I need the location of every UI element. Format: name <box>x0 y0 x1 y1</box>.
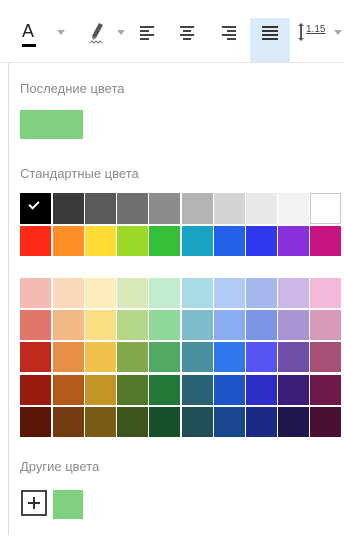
standard-color-swatch[interactable] <box>310 193 341 224</box>
palette-color-swatch[interactable] <box>246 375 277 405</box>
standard-color-swatch[interactable] <box>214 226 245 256</box>
palette-color-swatch[interactable] <box>53 278 84 308</box>
palette-color-swatch[interactable] <box>182 310 213 340</box>
align-right-icon <box>222 26 236 40</box>
standard-colors-label: Стандартные цвета <box>20 166 139 181</box>
standard-color-swatch[interactable] <box>182 193 213 224</box>
palette-color-swatch[interactable] <box>53 375 84 405</box>
standard-color-swatch[interactable] <box>20 226 51 256</box>
custom-color-swatch[interactable] <box>53 490 83 519</box>
palette-color-swatch[interactable] <box>246 407 277 437</box>
align-center-button[interactable] <box>172 14 204 60</box>
line-spacing-button[interactable]: 1.15 <box>296 14 332 60</box>
palette-color-swatch[interactable] <box>310 342 341 372</box>
add-custom-color-button[interactable] <box>21 490 47 516</box>
palette-color-swatch[interactable] <box>214 342 245 372</box>
palette-color-swatch[interactable] <box>20 278 51 308</box>
toolbar: A 1.15 <box>0 0 344 63</box>
palette-color-swatch[interactable] <box>85 342 116 372</box>
palette-color-swatch[interactable] <box>85 375 116 405</box>
palette-color-swatch[interactable] <box>85 310 116 340</box>
palette-color-swatch[interactable] <box>20 310 51 340</box>
standard-color-swatch[interactable] <box>53 193 84 224</box>
palette-color-swatch[interactable] <box>246 342 277 372</box>
font-color-letter: A <box>22 21 35 41</box>
standard-color-swatch[interactable] <box>85 193 116 224</box>
standard-color-swatch[interactable] <box>214 193 245 224</box>
palette-color-swatch[interactable] <box>149 278 180 308</box>
standard-color-swatch[interactable] <box>278 193 309 224</box>
palette-color-swatch[interactable] <box>214 407 245 437</box>
palette-color-swatch[interactable] <box>182 278 213 308</box>
recent-color-swatch[interactable] <box>20 110 83 139</box>
palette-color-swatch[interactable] <box>20 375 51 405</box>
standard-color-swatch[interactable] <box>149 193 180 224</box>
custom-colors-label: Другие цвета <box>20 459 100 474</box>
palette-color-swatch[interactable] <box>149 407 180 437</box>
palette-color-swatch[interactable] <box>53 407 84 437</box>
palette-color-swatch[interactable] <box>246 278 277 308</box>
palette-color-swatch[interactable] <box>53 310 84 340</box>
palette-color-swatch[interactable] <box>182 407 213 437</box>
palette-color-swatch[interactable] <box>117 342 148 372</box>
standard-color-swatch[interactable] <box>53 226 84 256</box>
palette-color-swatch[interactable] <box>278 278 309 308</box>
selected-check-icon <box>28 198 40 210</box>
palette-color-swatch[interactable] <box>117 278 148 308</box>
palette-color-swatch[interactable] <box>214 375 245 405</box>
palette-color-swatch[interactable] <box>117 407 148 437</box>
standard-color-swatch[interactable] <box>149 226 180 256</box>
palette-color-swatch[interactable] <box>310 407 341 437</box>
palette-color-swatch[interactable] <box>278 310 309 340</box>
palette-color-swatch[interactable] <box>310 375 341 405</box>
font-color-button[interactable]: A <box>14 14 72 60</box>
palette-color-swatch[interactable] <box>214 310 245 340</box>
palette-color-swatch[interactable] <box>149 310 180 340</box>
align-right-button[interactable] <box>212 14 244 60</box>
palette-color-swatch[interactable] <box>310 310 341 340</box>
standard-color-swatch[interactable] <box>117 193 148 224</box>
standard-color-swatch[interactable] <box>182 226 213 256</box>
palette-color-swatch[interactable] <box>278 342 309 372</box>
palette-color-swatch[interactable] <box>278 375 309 405</box>
align-left-icon <box>140 26 154 40</box>
standard-color-swatch[interactable] <box>246 226 277 256</box>
align-center-icon <box>180 26 194 40</box>
align-justify-button[interactable] <box>250 18 290 62</box>
standard-color-swatch[interactable] <box>246 193 277 224</box>
palette-color-swatch[interactable] <box>246 310 277 340</box>
font-color-underline <box>22 44 36 47</box>
palette-color-swatch[interactable] <box>85 407 116 437</box>
palette-color-swatch[interactable] <box>53 342 84 372</box>
line-spacing-dropdown-arrow[interactable] <box>334 30 342 35</box>
align-left-button[interactable] <box>132 14 164 60</box>
standard-color-swatch[interactable] <box>85 226 116 256</box>
standard-color-swatch[interactable] <box>20 193 51 224</box>
palette-color-swatch[interactable] <box>278 407 309 437</box>
palette-color-swatch[interactable] <box>149 375 180 405</box>
line-spacing-value: 1.15 <box>306 24 326 35</box>
palette-color-swatch[interactable] <box>20 342 51 372</box>
palette-color-swatch[interactable] <box>85 278 116 308</box>
recent-colors-label: Последние цвета <box>20 81 125 96</box>
palette-color-swatch[interactable] <box>182 375 213 405</box>
standard-color-swatch[interactable] <box>310 226 341 256</box>
palette-color-swatch[interactable] <box>214 278 245 308</box>
font-color-dropdown-arrow[interactable] <box>57 30 65 35</box>
standard-color-swatch[interactable] <box>278 226 309 256</box>
highlight-button[interactable] <box>80 14 120 60</box>
panel-border <box>8 63 9 535</box>
font-color-icon: A <box>22 22 34 40</box>
palette-color-swatch[interactable] <box>149 342 180 372</box>
palette-color-swatch[interactable] <box>117 375 148 405</box>
standard-color-swatch[interactable] <box>117 226 148 256</box>
line-spacing-icon <box>298 23 304 41</box>
align-justify-icon <box>262 26 278 40</box>
palette-color-swatch[interactable] <box>310 278 341 308</box>
palette-color-swatch[interactable] <box>117 310 148 340</box>
palette-color-swatch[interactable] <box>20 407 51 437</box>
palette-color-swatch[interactable] <box>182 342 213 372</box>
highlight-dropdown-arrow[interactable] <box>117 30 125 35</box>
highlight-icon <box>89 23 103 44</box>
